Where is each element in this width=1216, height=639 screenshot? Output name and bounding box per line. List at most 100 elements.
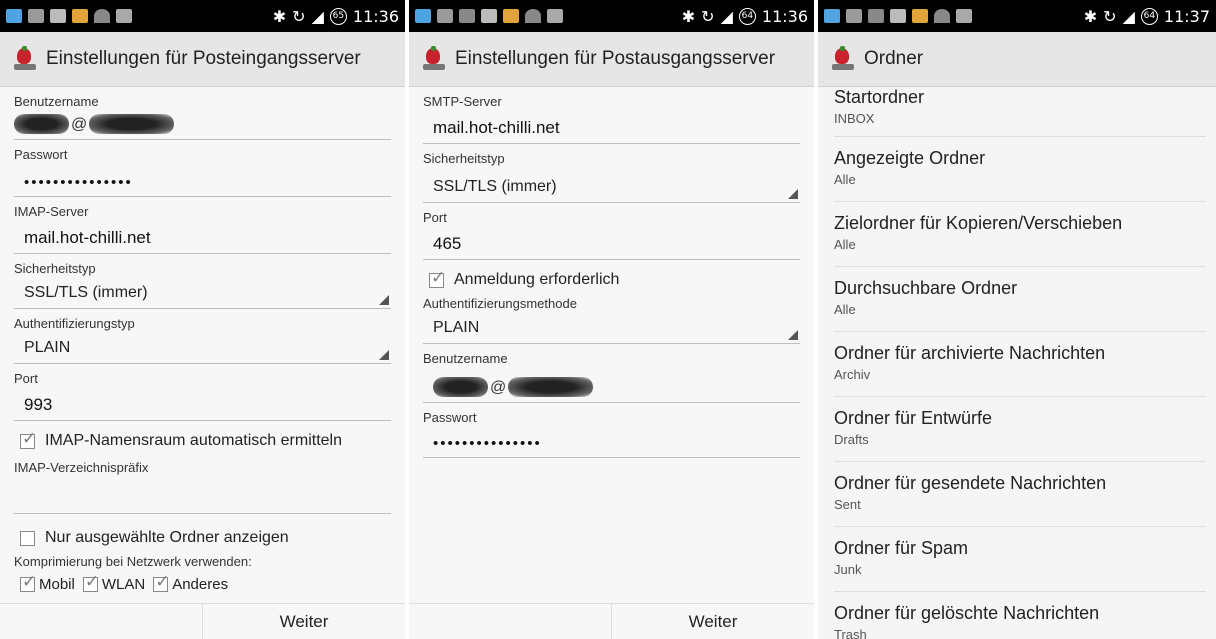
auth-method-spinner[interactable]: PLAIN [423, 312, 800, 344]
message-notification-icon [50, 9, 66, 23]
list-item[interactable]: Ordner für gesendete Nachrichten Sent [834, 462, 1206, 527]
username-field[interactable]: @ [14, 110, 391, 140]
action-bar: Ordner [818, 32, 1216, 87]
username-label: Benutzername [14, 94, 99, 109]
compression-wlan-checkbox[interactable] [82, 574, 99, 592]
incoming-server-screen: ✱ ↻ ◢ 65 11:36 Einstellungen für Postein… [0, 0, 405, 639]
imap-server-label: IMAP-Server [14, 204, 89, 219]
bottom-bar: Weiter [0, 603, 405, 639]
action-bar: Einstellungen für Postausgangsserver [409, 32, 814, 87]
prefix-label: IMAP-Verzeichnispräfix [14, 460, 149, 475]
port-field[interactable]: 465 [423, 226, 800, 260]
battery-icon: 65 [329, 7, 347, 25]
next-button[interactable]: Weiter [202, 604, 405, 639]
bluetooth-icon: ✱ [1083, 6, 1098, 26]
bluetooth-icon: ✱ [272, 6, 287, 26]
list-item[interactable]: Ordner für archivierte Nachrichten Archi… [834, 332, 1206, 397]
action-bar: Einstellungen für Posteingangsserver [0, 32, 405, 87]
app-notification-icon [824, 9, 840, 23]
folders-screen: ✱ ↻ ◢ 64 11:37 Ordner Startordner INBOX … [818, 0, 1216, 639]
clock: 11:36 [761, 6, 808, 26]
deer-icon [547, 9, 563, 23]
app-notification-icon [6, 9, 22, 23]
page-title: Einstellungen für Posteingangsserver [46, 48, 361, 69]
security-type-label: Sicherheitstyp [14, 261, 96, 276]
app-notification-icon [415, 9, 431, 23]
list-item[interactable]: Startordner INBOX [834, 87, 1206, 137]
signal-icon: ◢ [720, 6, 733, 26]
next-button[interactable]: Weiter [611, 604, 814, 639]
auth-method-label: Authentifizierungsmethode [423, 296, 577, 311]
battery-icon: 64 [1140, 7, 1158, 25]
username-field[interactable]: @ [423, 367, 800, 403]
password-field[interactable]: ••••••••••••••• [423, 426, 800, 458]
clock: 11:37 [1163, 6, 1210, 26]
only-selected-checkbox[interactable] [20, 530, 35, 546]
image-notification-icon [846, 9, 862, 23]
message-notification-icon [481, 9, 497, 23]
rotate-icon: ↻ [1103, 6, 1117, 26]
screenshot-notification-icon [459, 9, 475, 23]
clock: 11:36 [352, 6, 399, 26]
redacted-username [433, 377, 488, 397]
password-field[interactable]: ••••••••••••••• [14, 163, 391, 197]
bottom-bar: Weiter [409, 603, 814, 639]
auth-type-label: Authentifizierungstyp [14, 316, 135, 331]
deer-icon [116, 9, 132, 23]
rotate-icon: ↻ [292, 6, 306, 26]
namespace-checkbox-row[interactable]: IMAP-Namensraum automatisch ermitteln [14, 429, 391, 453]
compression-other-checkbox[interactable] [153, 574, 169, 592]
app-icon [14, 46, 36, 72]
list-item[interactable]: Ordner für Entwürfe Drafts [834, 397, 1206, 462]
auth-type-spinner[interactable]: PLAIN [14, 332, 391, 364]
page-title: Einstellungen für Postausgangsserver [455, 48, 776, 69]
redacted-domain [89, 114, 175, 134]
redacted-username [14, 114, 69, 134]
bluetooth-icon: ✱ [681, 6, 696, 26]
deer-icon [956, 9, 972, 23]
list-item[interactable]: Ordner für Spam Junk [834, 527, 1206, 592]
security-type-spinner[interactable]: SSL/TLS (immer) [423, 167, 800, 203]
namespace-checkbox[interactable] [20, 429, 36, 449]
port-label: Port [14, 371, 38, 386]
outgoing-server-screen: ✱ ↻ ◢ 64 11:36 Einstellungen für Postaus… [409, 0, 814, 639]
wifi-icon [94, 9, 110, 23]
wifi-icon [934, 9, 950, 23]
status-bar: ✱ ↻ ◢ 65 11:36 [0, 0, 405, 32]
app-icon [832, 46, 854, 72]
security-type-label: Sicherheitstyp [423, 151, 505, 166]
redacted-domain [508, 377, 594, 397]
username-label: Benutzername [423, 351, 508, 366]
compression-mobile-checkbox[interactable] [20, 574, 36, 592]
email-notification-icon [503, 9, 519, 23]
login-required-checkbox-row[interactable]: Anmeldung erforderlich [423, 268, 800, 292]
list-item[interactable]: Zielordner für Kopieren/Verschieben Alle [834, 202, 1206, 267]
login-required-checkbox[interactable] [429, 268, 445, 288]
folder-settings-list: Startordner INBOX Angezeigte Ordner Alle… [818, 87, 1216, 639]
port-field[interactable]: 993 [14, 387, 391, 421]
security-type-spinner[interactable]: SSL/TLS (immer) [14, 277, 391, 309]
rotate-icon: ↻ [701, 6, 715, 26]
only-selected-checkbox-row[interactable]: Nur ausgewählte Ordner anzeigen [14, 526, 391, 550]
list-item[interactable]: Durchsuchbare Ordner Alle [834, 267, 1206, 332]
list-item[interactable]: Angezeigte Ordner Alle [834, 137, 1206, 202]
compression-label: Komprimierung bei Netzwerk verwenden: [14, 554, 252, 569]
password-label: Passwort [423, 410, 477, 425]
list-item[interactable]: Ordner für gelöschte Nachrichten Trash [834, 592, 1206, 639]
imap-server-field[interactable]: mail.hot-chilli.net [14, 220, 391, 254]
message-notification-icon [890, 9, 906, 23]
image-notification-icon [437, 9, 453, 23]
prefix-field[interactable] [14, 476, 391, 514]
compression-options: Mobil WLAN Anderes [14, 574, 391, 594]
battery-icon: 64 [738, 7, 756, 25]
port-label: Port [423, 210, 447, 225]
screenshot-notification-icon [868, 9, 884, 23]
smtp-server-field[interactable]: mail.hot-chilli.net [423, 110, 800, 144]
signal-icon: ◢ [311, 6, 324, 26]
app-icon [423, 46, 445, 72]
image-notification-icon [28, 9, 44, 23]
smtp-server-label: SMTP-Server [423, 94, 502, 109]
password-label: Passwort [14, 147, 68, 162]
status-bar: ✱ ↻ ◢ 64 11:37 [818, 0, 1216, 32]
status-bar: ✱ ↻ ◢ 64 11:36 [409, 0, 814, 32]
